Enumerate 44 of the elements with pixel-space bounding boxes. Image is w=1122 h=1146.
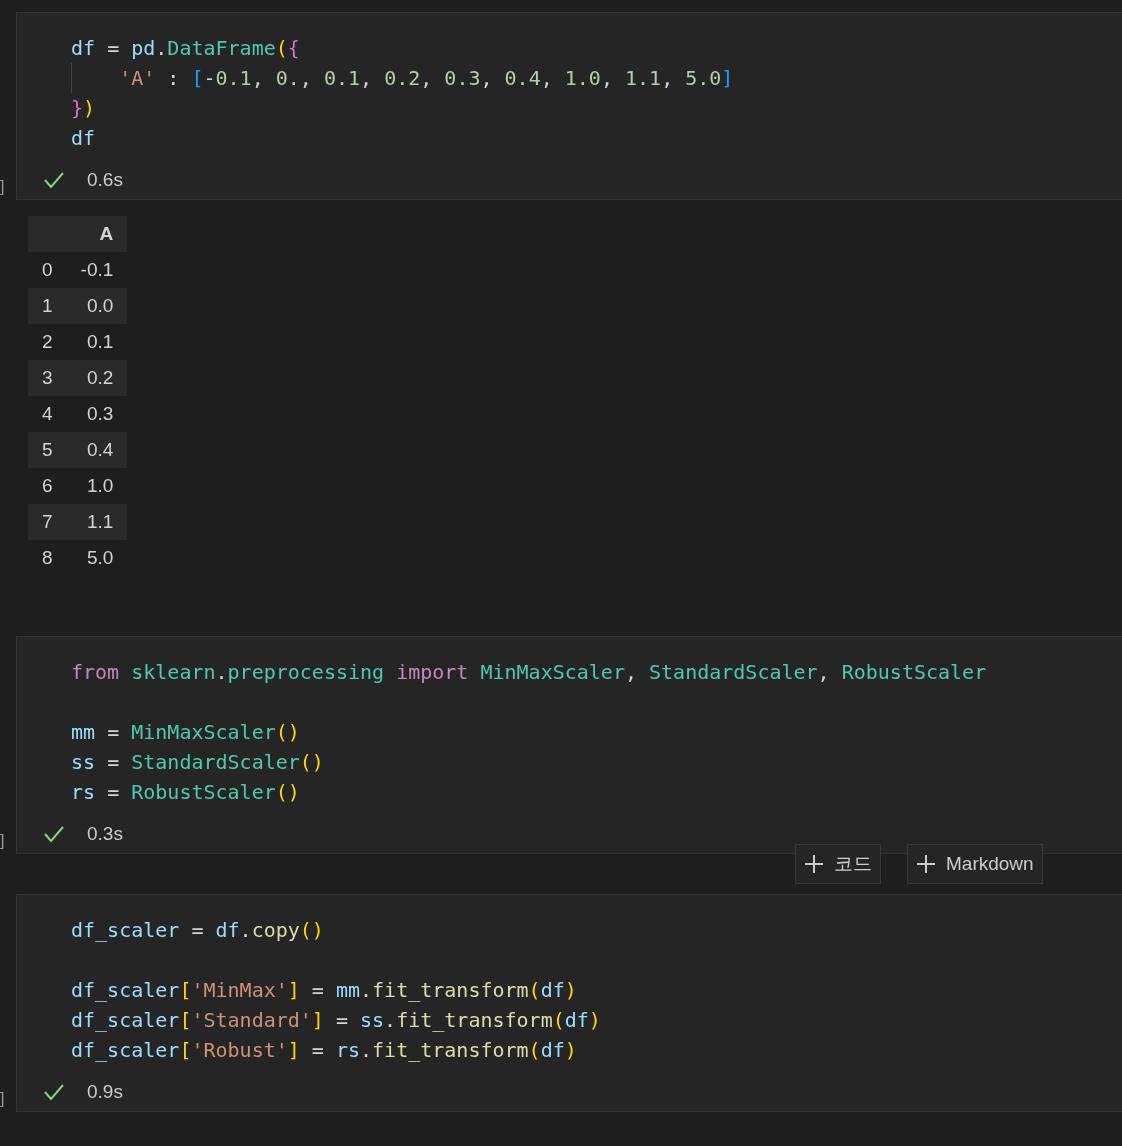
execution-count: ] (0, 832, 5, 850)
table-cell: 0.3 (66, 396, 128, 432)
code-line: df_scaler = df.copy() (71, 917, 325, 944)
add-cell-button[interactable]: Markdown (907, 844, 1043, 884)
table-cell: 0.1 (66, 324, 128, 360)
row-index: 2 (28, 324, 67, 360)
plus-icon (916, 854, 936, 874)
table-cell: 1.0 (66, 468, 128, 504)
row-index: 5 (28, 432, 67, 468)
code-cell[interactable]: df = pd.DataFrame({ 'A' : [-0.1, 0., 0.1, 0.2, 0.3, 0.4, 1.0, 1.1, 5.0] }) df 0.6s (16, 12, 1122, 200)
table-cell: 0.0 (66, 288, 128, 324)
add-cell-button[interactable]: 코드 (795, 844, 881, 884)
execution-time: 0.3s (87, 823, 123, 845)
execution-count: ] (0, 178, 5, 196)
code-line: from sklearn.preprocessing import MinMaxScaler, StandardScaler, RobustScaler (71, 659, 988, 686)
plus-icon (804, 854, 824, 874)
code-line: df_scaler['MinMax'] = mm.fit_transform(df) (71, 977, 578, 1004)
code-line: rs = RobustScaler() (71, 779, 301, 806)
row-index: 7 (28, 504, 67, 540)
execution-time: 0.9s (87, 1081, 123, 1103)
row-index: 4 (28, 396, 67, 432)
column-header: A (66, 216, 128, 252)
code-line: mm = MinMaxScaler() (71, 719, 301, 746)
table-cell: 1.1 (66, 504, 128, 540)
table-cell: -0.1 (66, 252, 128, 288)
row-index: 3 (28, 360, 67, 396)
code-line: df = pd.DataFrame({ (71, 35, 301, 62)
code-line: df_scaler['Standard'] = ss.fit_transform(df) (71, 1007, 602, 1034)
code-line: df (71, 125, 97, 152)
row-index: 0 (28, 252, 67, 288)
row-index: 6 (28, 468, 67, 504)
row-index: 8 (28, 540, 67, 576)
row-index: 1 (28, 288, 67, 324)
code-line: ss = StandardScaler() (71, 749, 325, 776)
table-cell: 0.4 (66, 432, 128, 468)
execution-count: ] (0, 1090, 5, 1108)
code-line: }) (71, 95, 97, 122)
code-cell[interactable]: from sklearn.preprocessing import MinMaxScaler, StandardScaler, RobustScaler mm = MinMaxScaler() ss = StandardScaler() rs = RobustScaler() 0.3s (16, 636, 1122, 854)
execution-time: 0.6s (87, 169, 123, 191)
code-line: df_scaler['Robust'] = rs.fit_transform(df) (71, 1037, 578, 1064)
table-cell: 5.0 (66, 540, 128, 576)
table-cell: 0.2 (66, 360, 128, 396)
code-line: 'A' : [-0.1, 0., 0.1, 0.2, 0.3, 0.4, 1.0, 1.1, 5.0] (71, 63, 1122, 93)
code-cell[interactable]: df_scaler = df.copy() df_scaler['MinMax'] = mm.fit_transform(df) df_scaler['Standard'] = ss.fit_transform(df) df_scaler['Robust'] = rs.fit_transform(df) 0.9s (16, 894, 1122, 1112)
